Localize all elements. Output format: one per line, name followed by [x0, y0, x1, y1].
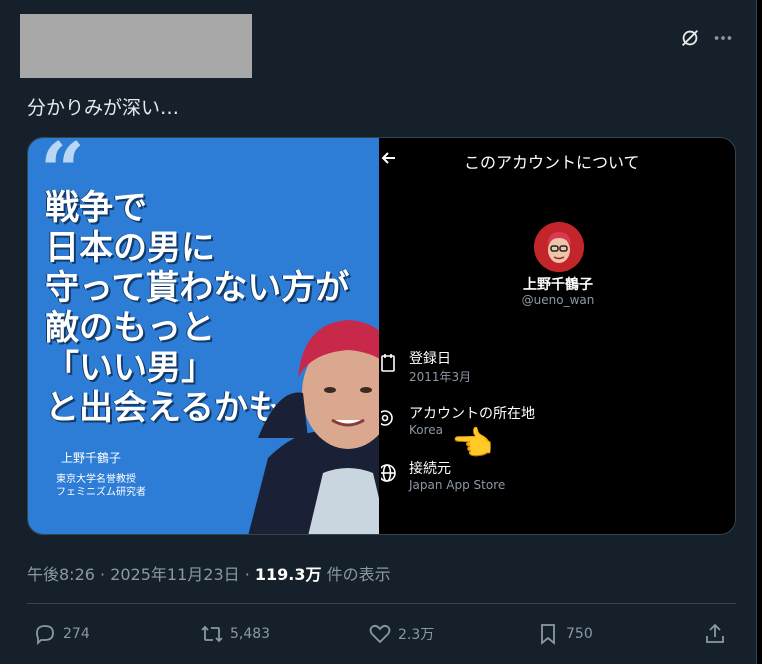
info-value: Japan App Store — [409, 478, 506, 492]
back-arrow-icon — [381, 152, 395, 164]
account-info-panel: このアカウントについて 上野千鶴子 @ueno_wan 登録日 2011年3月 … — [379, 138, 735, 534]
info-label: 登録日 — [409, 351, 451, 367]
grok-icon — [682, 30, 698, 46]
tweet-image[interactable]: “ 戦争で 日本の男に 守って貰わない方が 敵のもっと 「いい男」 と出会えるか… — [27, 137, 736, 535]
pointing-hand-icon: 👈 — [451, 424, 494, 464]
tweet-text: 分かりみが深い… — [27, 97, 180, 119]
more-icon — [714, 36, 732, 40]
more-options-button[interactable] — [709, 24, 737, 52]
profile-handle: @ueno_wan — [521, 293, 595, 307]
quote-image: “ 戦争で 日本の男に 守って貰わない方が 敵のもっと 「いい男」 と出会えるか… — [28, 138, 379, 534]
profile-name: 上野千鶴子 — [523, 277, 593, 293]
like-count: 2.3万 — [398, 627, 435, 643]
avatar — [534, 222, 584, 272]
divider — [27, 603, 736, 604]
retweet-count: 5,483 — [230, 626, 271, 642]
speaker-name: 上野千鶴子 — [61, 451, 122, 465]
info-value: Korea — [409, 423, 444, 437]
info-label: アカウントの所在地 — [409, 406, 535, 422]
bookmark-count: 750 — [566, 626, 593, 642]
calendar-icon — [381, 354, 395, 372]
like-button[interactable]: 2.3万 — [368, 620, 434, 648]
heart-icon — [369, 624, 391, 644]
retweet-button[interactable]: 5,483 — [200, 620, 270, 648]
redacted-header — [20, 14, 252, 78]
views-label: 件の表示 — [326, 565, 391, 584]
quote-line: 日本の男に — [45, 228, 215, 268]
portrait-illustration — [248, 320, 379, 534]
share-button[interactable] — [703, 620, 727, 648]
reply-count: 274 — [63, 626, 90, 642]
timestamp[interactable]: 午後8:26 · 2025年11月23日 · — [27, 565, 250, 584]
globe-icon — [381, 464, 396, 482]
tweet-panel: 分かりみが深い… “ 戦争で 日本の男に 守って貰わない方が 敵のもっと 「いい… — [0, 0, 757, 664]
info-label: 接続元 — [409, 461, 451, 477]
reply-icon — [36, 625, 54, 646]
tweet-meta: 午後8:26 · 2025年11月23日 · 119.3万 件の表示 — [27, 561, 391, 585]
grok-button[interactable] — [676, 24, 704, 52]
location-icon — [381, 410, 393, 426]
bookmark-button[interactable]: 750 — [536, 620, 593, 648]
speaker-title-line: 東京大学名誉教授 — [56, 474, 136, 485]
info-value: 2011年3月 — [409, 370, 472, 384]
scrollbar[interactable] — [757, 0, 762, 664]
views-count: 119.3万 — [254, 565, 322, 584]
account-info-title: このアカウントについて — [464, 153, 640, 172]
speaker-title: 東京大学名誉教授 フェミニズム研究者 — [56, 473, 146, 499]
retweet-icon — [201, 625, 223, 643]
speaker-title-line: フェミニズム研究者 — [56, 487, 146, 498]
bookmark-icon — [541, 624, 555, 645]
quote-line: 戦争で — [45, 188, 147, 228]
reply-button[interactable]: 274 — [33, 620, 90, 648]
share-icon — [706, 623, 724, 643]
